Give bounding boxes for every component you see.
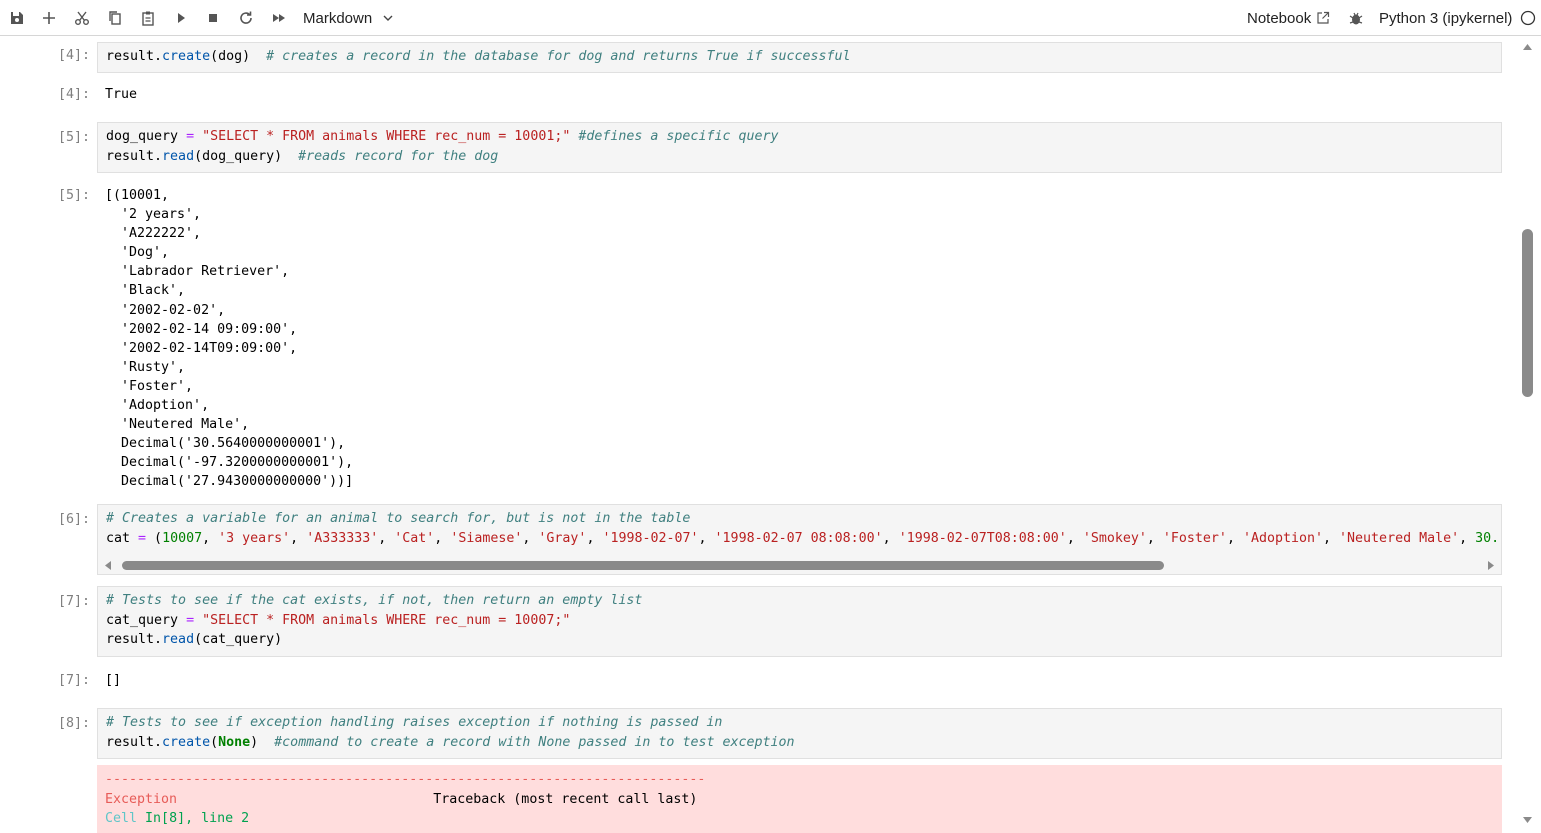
code-line: cat = (10007, '3 years', 'A333333', 'Cat… <box>106 530 1500 546</box>
code-line: # Tests to see if exception handling rai… <box>106 715 723 730</box>
output-text: [(10001, '2 years', 'A222222', 'Dog', 'L… <box>105 188 354 490</box>
stop-icon[interactable] <box>202 7 224 29</box>
scroll-left-icon[interactable] <box>104 561 113 570</box>
input-prompt: [4]: <box>57 48 90 63</box>
notebook-panel: [4]: result.create(dog) # creates a reco… <box>0 37 1520 833</box>
input-prompt: [8]: <box>57 716 90 731</box>
save-icon[interactable] <box>6 7 28 29</box>
notebook-toolbar: Markdown Notebook Python 3 (ipykernel) <box>0 0 1541 36</box>
paste-icon[interactable] <box>137 7 159 29</box>
code-editor[interactable]: # Tests to see if the cat exists, if not… <box>97 586 1502 657</box>
input-prompt: [5]: <box>57 130 90 145</box>
open-notebook-link[interactable]: Notebook <box>1247 8 1330 28</box>
input-prompt: [6]: <box>57 512 90 527</box>
cell-type-dropdown[interactable]: Markdown <box>303 8 394 28</box>
output-prompt: [7]: <box>57 673 90 688</box>
cut-icon[interactable] <box>71 7 93 29</box>
code-editor[interactable]: # Creates a variable for an animal to se… <box>97 504 1502 575</box>
output-text: True <box>105 87 138 102</box>
scroll-right-icon[interactable] <box>1486 561 1495 570</box>
code-line: cat_query = "SELECT * FROM animals WHERE… <box>106 612 571 628</box>
horizontal-scrollbar[interactable] <box>98 557 1503 573</box>
chevron-down-icon <box>383 15 393 21</box>
code-editor[interactable]: dog_query = "SELECT * FROM animals WHERE… <box>97 122 1502 173</box>
notebook-label: Notebook <box>1247 9 1312 27</box>
error-header: Exception Traceback (most recent call la… <box>105 791 698 807</box>
code-editor[interactable]: # Tests to see if exception handling rai… <box>97 708 1502 759</box>
scrollbar-thumb[interactable] <box>122 561 1164 570</box>
code-line: dog_query = "SELECT * FROM animals WHERE… <box>106 129 779 144</box>
code-line: result.create(dog) # creates a record in… <box>106 49 851 64</box>
restart-icon[interactable] <box>235 7 257 29</box>
fast-forward-icon[interactable] <box>268 7 290 29</box>
code-line: result.read(dog_query) #reads record for… <box>106 148 499 164</box>
kernel-label: Python 3 (ipykernel) <box>1379 9 1513 27</box>
output-text: [] <box>105 673 122 688</box>
scroll-down-icon[interactable] <box>1523 816 1532 824</box>
error-location: Cell In[8], line 2 <box>105 811 250 826</box>
debugger-icon[interactable] <box>1345 7 1367 29</box>
output-prompt: [5]: <box>57 188 90 203</box>
input-prompt: [7]: <box>57 594 90 609</box>
external-link-icon <box>1317 11 1330 24</box>
error-rule: ----------------------------------------… <box>105 772 706 787</box>
code-line: # Tests to see if the cat exists, if not… <box>106 593 643 608</box>
code-line: result.read(cat_query) <box>106 632 283 647</box>
add-icon[interactable] <box>38 7 60 29</box>
scrollbar-thumb[interactable] <box>1522 229 1533 397</box>
copy-icon[interactable] <box>104 7 126 29</box>
code-line: # Creates a variable for an animal to se… <box>106 511 691 526</box>
run-icon[interactable] <box>170 7 192 29</box>
scroll-up-icon[interactable] <box>1523 43 1532 51</box>
vertical-scrollbar[interactable] <box>1520 37 1541 833</box>
cell-type-label: Markdown <box>303 9 373 27</box>
error-output: ----------------------------------------… <box>97 765 1502 833</box>
kernel-status-icon <box>1521 10 1536 26</box>
code-editor[interactable]: result.create(dog) # creates a record in… <box>97 42 1502 73</box>
code-line: result.create(None) #command to create a… <box>106 734 795 750</box>
kernel-name[interactable]: Python 3 (ipykernel) <box>1379 8 1536 28</box>
output-prompt: [4]: <box>57 87 90 102</box>
